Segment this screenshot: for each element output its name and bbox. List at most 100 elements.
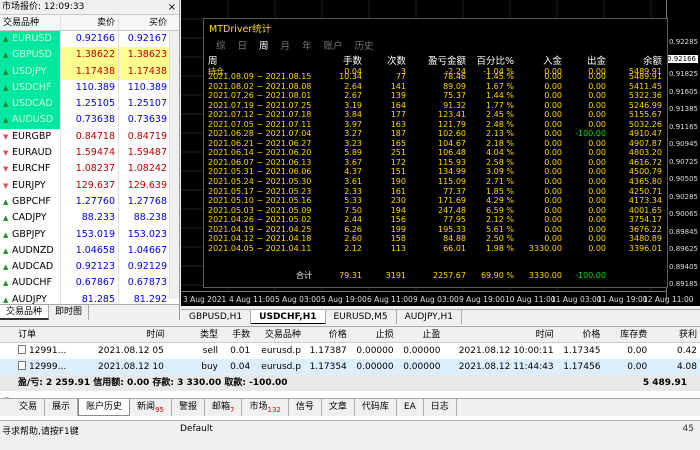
stats-tab[interactable]: 周 xyxy=(259,38,269,52)
stats-total: 合计 79.31 3191 2257.67 69.90 % 3330.00 -100.00 xyxy=(208,271,662,281)
stats-cell: 0.00 xyxy=(588,243,606,253)
terminal-tab[interactable]: 市场132 xyxy=(242,399,289,416)
terminal-cell: 0.00000 xyxy=(347,359,394,375)
terminal-row[interactable]: 12991... 2021.08.12 05:59:00 sell 0.01 eurus… xyxy=(0,343,700,359)
terminal-header-cell[interactable]: 订单 xyxy=(0,327,98,342)
terminal-header-cell[interactable]: 交易品种 xyxy=(250,327,301,342)
terminal-header-cell[interactable]: 获利 xyxy=(647,327,700,342)
market-row[interactable]: ▲ GBPCHF 1.27760 1.27768 xyxy=(0,193,179,211)
terminal-tab[interactable]: 日志 xyxy=(424,399,457,416)
terminal-tab[interactable]: 警报 xyxy=(172,399,205,416)
terminal-tab[interactable]: 交易 xyxy=(12,399,46,416)
terminal-header-cell[interactable]: 价格 xyxy=(301,327,347,342)
stats-cell: 0.00 xyxy=(588,148,606,158)
symbol-cell: ▲ AUDCHF xyxy=(0,275,60,291)
market-row[interactable]: ▼ EURAUD 1.59474 1.59487 xyxy=(0,145,179,162)
chart-tab[interactable]: EURUSD,M5 xyxy=(326,310,397,324)
terminal-header-cell[interactable]: 止盈 xyxy=(394,327,440,342)
up-arrow-icon: ▲ xyxy=(3,35,9,43)
mtdriver-stats-window: MTDriver统计 综日周月年账户 历史 周手数 次数 盈亏金额 百分比% 入金 出金 余额… xyxy=(203,18,668,288)
terminal-tab[interactable]: 展示 xyxy=(45,399,79,416)
terminal-cell-value: 0.00000 xyxy=(356,362,394,372)
chart-tab[interactable]: USDCHF,H1 xyxy=(251,310,326,324)
stats-tab[interactable]: 日 xyxy=(238,38,248,52)
terminal-cell-value: 0.00000 xyxy=(356,346,394,356)
stats-tab[interactable]: 年 xyxy=(302,38,312,52)
market-row[interactable]: ▼ EURJPY 129.637 129.639 xyxy=(0,177,179,194)
stats-cell: 10.34 xyxy=(339,72,362,81)
close-icon[interactable]: × xyxy=(168,0,176,15)
terminal-cell-value: 0.00000 xyxy=(403,346,441,356)
status-profile[interactable]: Default xyxy=(180,424,213,434)
market-row[interactable]: ▲ AUDCHF 0.67867 0.67873 xyxy=(0,275,179,292)
stats-header-cell: 余额 xyxy=(642,56,662,67)
terminal-tab[interactable]: 邮箱7 xyxy=(205,399,243,416)
stats-cell: 78.46 xyxy=(443,72,466,81)
chart-tab[interactable]: AUDJPY,H1 xyxy=(397,310,463,324)
tab-symbols[interactable]: 交易品种 xyxy=(0,305,50,320)
terminal-tab[interactable]: EA xyxy=(397,399,424,416)
stats-cell: 5411.45 xyxy=(628,81,662,91)
terminal-tab-label: 展示 xyxy=(52,402,71,412)
order-icon xyxy=(18,361,26,370)
stats-cell: 0.00 xyxy=(544,157,562,167)
terminal-tab[interactable]: 账户历史 xyxy=(78,399,131,416)
terminal-tab[interactable]: 文章 xyxy=(322,399,355,416)
symbol-name: AUDCHF xyxy=(12,277,53,289)
header-ask[interactable]: 买价 xyxy=(118,15,170,30)
stats-row: 2021.05.10 ~ 2021.05.16 5.33 230 171.69 4.29… xyxy=(208,196,662,206)
header-symbol[interactable]: 交易品种 xyxy=(0,15,60,30)
symbol-name: EURAUD xyxy=(12,147,52,159)
tab-tick-chart[interactable]: 即时图 xyxy=(49,305,90,320)
terminal-cell-value: 0.00 xyxy=(627,346,648,356)
stats-cell: 1.77 % xyxy=(486,100,514,110)
market-row[interactable]: ▲ GBPJPY 153.019 153.023 xyxy=(0,226,179,243)
time-label: 12 Aug 11:00 xyxy=(643,295,694,304)
market-row[interactable]: ▲ EURUSD 0.92166 0.92167 xyxy=(0,31,179,48)
symbol-name: EURCHF xyxy=(12,163,51,175)
market-row[interactable]: ▲ CADJPY 88.233 88.238 xyxy=(0,210,179,227)
stats-tab[interactable]: 历史 xyxy=(355,38,374,52)
terminal-tab[interactable]: 新闻95 xyxy=(130,399,172,416)
terminal-header-cell[interactable]: 价格 xyxy=(554,327,600,342)
market-row[interactable]: ▲ USDCAD 1.25105 1.25107 xyxy=(0,96,179,113)
terminal-header-cell[interactable]: 时间 xyxy=(98,327,164,342)
terminal-header-cell[interactable]: 止损 xyxy=(347,327,394,342)
market-row[interactable]: ▲ AUDCAD 0.92123 0.92129 xyxy=(0,259,179,276)
terminal-row[interactable]: 12999... 2021.08.12 10:01:21 buy 0.04 eurusd… xyxy=(0,359,700,375)
terminal-header-cell[interactable]: 库存费 xyxy=(600,327,647,342)
market-row[interactable]: ▼ EURGBP 0.84718 0.84719 xyxy=(0,128,179,146)
terminal-cell-value: sell xyxy=(202,346,218,356)
bid-price: 1.25105 xyxy=(60,96,118,113)
header-bid[interactable]: 卖价 xyxy=(60,15,118,30)
up-arrow-icon: ▲ xyxy=(3,83,9,92)
market-row[interactable]: ▲ USDJPY 1.17438 1.17438 xyxy=(0,63,179,80)
market-row[interactable]: ▲ USDCHF 110.389 110.389 xyxy=(0,79,179,97)
stats-cell: 0.00 xyxy=(544,138,562,148)
terminal-header-cell[interactable]: 时间 xyxy=(440,327,554,342)
chart-tab[interactable]: GBPUSD,H1 xyxy=(181,310,252,324)
market-row[interactable]: ▼ EURCHF 1.08237 1.08242 xyxy=(0,161,179,178)
stats-total-cell: -100.00 xyxy=(575,271,606,280)
stats-tab[interactable]: 月 xyxy=(281,38,291,52)
symbol-name: AUDNZD xyxy=(12,244,54,256)
stats-cell: 2021.04.05 ~ 2021.04.11 xyxy=(208,243,312,253)
stats-header-cell: 出金 xyxy=(586,56,606,67)
stats-cell: 5155.67 xyxy=(628,110,662,120)
market-watch-scrollbar[interactable] xyxy=(169,31,179,299)
terminal-header-cell[interactable]: 类型 xyxy=(164,327,218,342)
time-label: 9 Aug 19:00 xyxy=(459,295,505,304)
terminal-header-cell[interactable]: 手数 xyxy=(218,327,250,342)
market-row[interactable]: ▲ AUDNZD 1.04658 1.04667 xyxy=(0,242,179,260)
terminal-tab[interactable]: 信号 xyxy=(289,399,322,416)
stats-tab[interactable]: 综 xyxy=(216,38,226,52)
stats-cell: 0.00 xyxy=(544,129,562,139)
terminal-tab[interactable]: 代码库 xyxy=(355,399,397,416)
terminal-tab-label: 警报 xyxy=(178,402,197,412)
stats-tab[interactable]: 账户 xyxy=(324,38,343,52)
market-row[interactable]: ▲ GBPUSD 1.38622 1.38623 xyxy=(0,47,179,64)
terminal-cell: 4.08 xyxy=(647,359,700,375)
stats-cell: 151 xyxy=(390,167,406,177)
price-label: 0.90725 xyxy=(669,157,698,166)
market-row[interactable]: ▲ AUDUSD 0.73638 0.73639 xyxy=(0,112,179,129)
